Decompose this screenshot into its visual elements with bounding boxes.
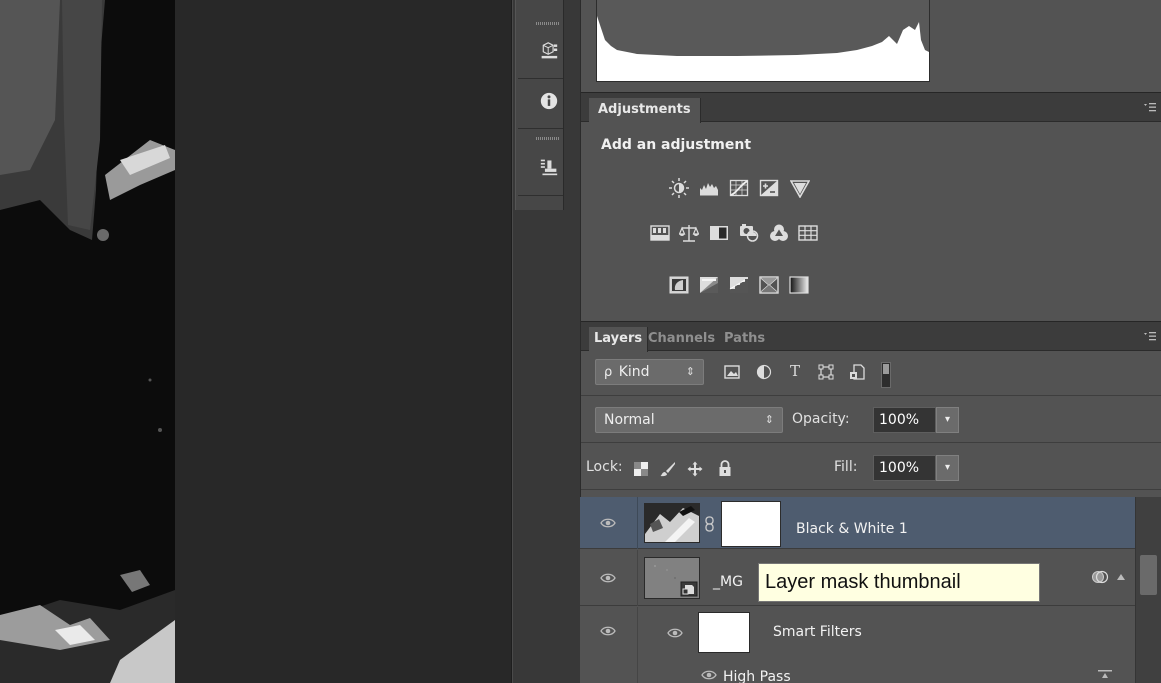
vibrance-icon[interactable]	[790, 178, 810, 198]
dock-grip-2[interactable]	[536, 137, 560, 140]
threshold-icon[interactable]	[729, 275, 749, 295]
opacity-label: Opacity:	[792, 411, 850, 427]
layer-name[interactable]: Black & White 1	[796, 521, 908, 537]
gradient-map-icon[interactable]	[789, 275, 809, 295]
filter-blending-options-icon[interactable]	[1098, 669, 1112, 679]
selective-color-icon[interactable]	[759, 275, 779, 295]
3d-properties-icon[interactable]	[540, 42, 558, 60]
adjustments-heading: Add an adjustment	[601, 137, 752, 153]
clone-source-icon[interactable]	[540, 158, 558, 176]
blend-mode-label: Normal	[604, 412, 655, 428]
black-white-icon[interactable]	[709, 223, 729, 243]
histogram-panel	[581, 0, 1161, 92]
blend-mode-select[interactable]: Normal ⇕	[595, 407, 783, 433]
dock-grip[interactable]	[536, 22, 560, 25]
adjustment-layer-thumbnail[interactable]	[644, 503, 700, 543]
search-icon: ρ	[604, 365, 613, 380]
filter-shape-layers-icon[interactable]	[818, 364, 834, 380]
tab-layers[interactable]: Layers	[589, 327, 649, 352]
filter-kind-select[interactable]: ρ Kind ⇕	[595, 359, 704, 385]
posterize-icon[interactable]	[699, 275, 719, 295]
pasteboard	[175, 0, 512, 683]
layer-name[interactable]: Smart Filters	[773, 624, 862, 640]
filter-eye-icon[interactable]	[701, 669, 717, 681]
layers-scrollbar[interactable]	[1135, 497, 1161, 683]
photo-image	[0, 0, 175, 683]
exposure-icon[interactable]	[759, 178, 779, 198]
layer-name[interactable]: _MG	[713, 574, 743, 590]
curves-icon[interactable]	[729, 178, 749, 198]
filter-toggle-switch[interactable]	[881, 362, 891, 388]
tooltip: Layer mask thumbnail	[758, 563, 1040, 602]
panel-menu-icon[interactable]	[1144, 102, 1156, 112]
photo-filter-icon[interactable]	[739, 222, 759, 242]
visibility-eye-icon[interactable]	[600, 625, 616, 637]
color-lookup-icon[interactable]	[798, 223, 818, 243]
tab-paths[interactable]: Paths	[718, 327, 771, 352]
info-icon[interactable]	[540, 92, 558, 110]
lock-position-icon[interactable]	[687, 461, 703, 477]
fill-input[interactable]: 100%	[873, 455, 936, 481]
opacity-dropdown-button[interactable]: ▾	[936, 407, 959, 433]
fill-label: Fill:	[834, 459, 858, 475]
levels-icon[interactable]	[699, 178, 719, 198]
layers-tabbar: Layers Channels Paths	[581, 321, 1161, 352]
filter-type-layers-icon[interactable]: T	[787, 362, 803, 380]
smart-object-thumbnail[interactable]	[644, 557, 700, 599]
color-balance-icon[interactable]	[679, 223, 699, 243]
histogram-graph	[596, 0, 930, 82]
smart-filter-mask-thumbnail[interactable]	[698, 612, 750, 653]
fill-dropdown-button[interactable]: ▾	[936, 455, 959, 481]
filter-pixel-layers-icon[interactable]	[724, 364, 740, 380]
layer-row-high-pass[interactable]: High Pass	[580, 659, 1135, 683]
smart-filters-eye-icon[interactable]	[667, 627, 683, 639]
document-canvas[interactable]	[0, 0, 175, 683]
updown-arrows-icon: ⇕	[764, 413, 774, 426]
invert-icon[interactable]	[669, 275, 689, 295]
tab-adjustments[interactable]: Adjustments	[589, 98, 701, 123]
dock-gutter	[486, 0, 512, 683]
visibility-eye-icon[interactable]	[600, 517, 616, 529]
lock-all-icon[interactable]	[717, 460, 733, 476]
lock-image-pixels-icon[interactable]	[660, 461, 676, 477]
expand-effects-icon[interactable]	[1116, 572, 1126, 582]
layers-panel-menu-icon[interactable]	[1144, 331, 1156, 341]
mask-link-icon[interactable]	[705, 516, 714, 532]
filter-kind-label: Kind	[618, 364, 650, 380]
visibility-eye-icon[interactable]	[600, 572, 616, 584]
filter-adjustment-layers-icon[interactable]	[756, 364, 772, 380]
adjustments-tabbar: Adjustments	[581, 92, 1161, 123]
updown-arrows-icon: ⇕	[685, 365, 695, 378]
layer-row-smart-filters[interactable]: Smart Filters	[580, 607, 1135, 683]
smart-filters-badge-icon[interactable]	[1091, 570, 1109, 584]
layer-mask-thumbnail[interactable]	[721, 501, 781, 547]
tab-channels[interactable]: Channels	[642, 327, 721, 352]
channel-mixer-icon[interactable]	[769, 223, 789, 243]
opacity-input[interactable]: 100%	[873, 407, 936, 433]
lock-label: Lock:	[586, 459, 623, 475]
layer-name[interactable]: High Pass	[723, 669, 791, 683]
layer-row-black-white[interactable]: Black & White 1	[580, 497, 1135, 549]
collapsed-panel-strip	[515, 0, 564, 210]
lock-transparent-pixels-icon[interactable]	[633, 461, 649, 477]
brightness-contrast-icon[interactable]	[669, 178, 689, 198]
filter-smart-objects-icon[interactable]	[849, 364, 865, 380]
scrollbar-thumb[interactable]	[1140, 555, 1157, 595]
hue-saturation-icon[interactable]	[650, 223, 670, 243]
